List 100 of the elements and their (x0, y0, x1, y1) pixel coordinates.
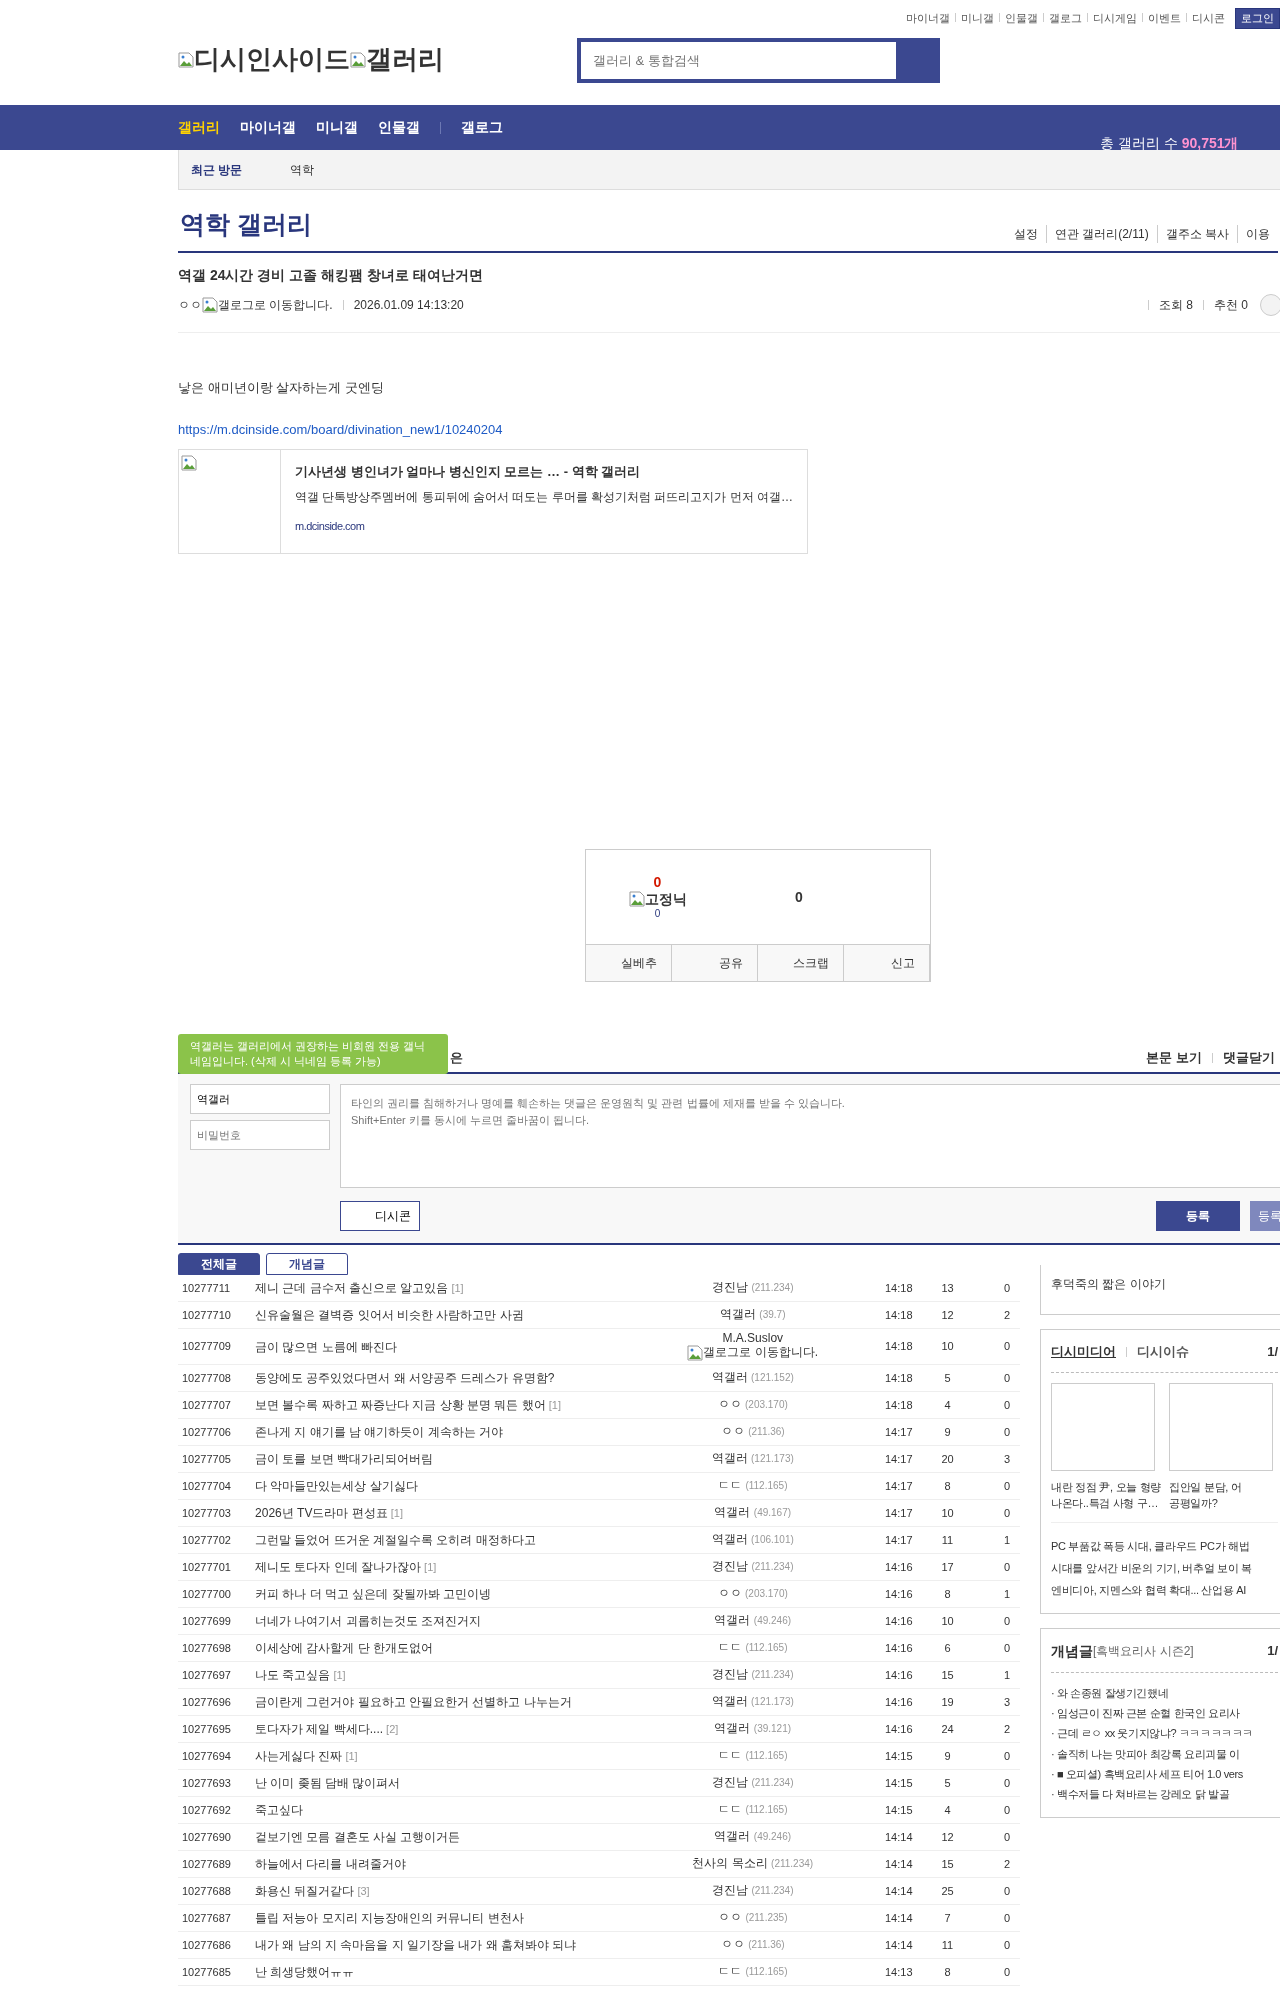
post-list-title[interactable]: 하늘에서 다리를 내려줄거야 (255, 1857, 406, 1871)
media-tab[interactable]: 디시미디어 (1051, 1342, 1116, 1362)
writer-name[interactable]: 역갤러 (714, 1613, 751, 1628)
writer-name[interactable]: 역갤러 (714, 1829, 751, 1844)
post-list-title[interactable]: 금이 토를 보면 빡대가리되어버림 (255, 1452, 434, 1466)
post-list-title[interactable]: 신유술월은 결벽증 잇어서 비슷한 사람하고만 사귐 (255, 1308, 524, 1322)
recent-gallery-link[interactable]: 역학 (290, 160, 315, 179)
writer-icon-alt-text[interactable]: 갤로그로 이동합니다. (703, 1346, 819, 1361)
gallery-menu-link[interactable]: 설정 (1005, 225, 1046, 243)
link-preview-card[interactable]: 기사년생 병인녀가 얼마나 병신인지 모르는 … - 역학 갤러리 역갤 단톡방상주멤버에 통피뒤에 숨어서 떠도는 루머를 확성기처럼 퍼뜨리고지가 먼저 여갤… m.dcinside.com (178, 449, 808, 554)
top-link[interactable]: 갤로그 (1038, 10, 1082, 27)
writer-name[interactable]: ㅇㅇ (720, 1424, 745, 1439)
post-list-title[interactable]: 내가 왜 남의 지 속마음을 지 일기장을 내가 왜 훔쳐봐야 되냐 (255, 1938, 577, 1952)
concept-post-link[interactable]: · 임성근이 진짜 근본 순혈 한국인 요리사 (1051, 1702, 1278, 1724)
concept-post-link[interactable]: · 백수저들 다 쳐바르는 강레오 닭 발골 (1051, 1784, 1278, 1805)
writer-name[interactable]: 역갤러 (711, 1451, 748, 1466)
logo-alt-text[interactable]: 갤러리 (366, 40, 444, 79)
thumbnail-caption[interactable]: 내란 정점 尹, 오늘 형량 (1051, 1478, 1161, 1495)
post-list-title[interactable]: 죽고싶다 (255, 1803, 304, 1817)
writer-name[interactable]: ㄷㄷ (718, 1478, 743, 1493)
post-list-title[interactable]: 커피 하나 더 먹고 싶은데 잦될까봐 고민이넹 (255, 1587, 492, 1601)
top-link[interactable]: 인물갤 (994, 10, 1038, 27)
search-field[interactable]: 갤러리 & 통합검색 (581, 42, 896, 79)
post-list-title[interactable]: 동양에도 공주있었다면서 왜 서양공주 드레스가 유명함? (255, 1371, 555, 1385)
gallery-menu-link[interactable]: 이용 (1237, 225, 1278, 243)
post-list-title[interactable]: 이세상에 감사할게 단 한개도없어 (255, 1641, 434, 1655)
writer-name[interactable]: ㅇㅇ (720, 1937, 745, 1952)
post-list-title[interactable]: 보면 볼수록 짜하고 짜증난다 지금 상황 분명 뭐든 했어 (255, 1398, 546, 1412)
writer-name[interactable]: M.A.Suslov (620, 1331, 885, 1346)
writer-name[interactable]: 역갤러 (711, 1532, 748, 1547)
nav-link[interactable]: 갤러리 (178, 117, 220, 138)
circle-button[interactable] (1260, 293, 1280, 316)
media-tab[interactable]: 디시이슈 (1137, 1342, 1189, 1362)
post-list-title[interactable]: 제니도 토다자 인데 잘나가잖아 (255, 1560, 422, 1574)
gallery-menu-link[interactable]: 갤주소 복사 (1156, 225, 1237, 243)
post-list-title[interactable]: 그런말 들었어 뜨거운 계절일수록 오히려 매정하다고 (255, 1533, 536, 1547)
top-link[interactable]: 마이너갤 (906, 10, 950, 27)
writer-name[interactable]: 역갤러 (711, 1370, 748, 1385)
news-link[interactable]: 엔비디아, 지멘스와 협력 확대... 산업용 AI (1051, 1578, 1278, 1601)
post-list-title[interactable]: 존나게 지 얘기를 남 얘기하듯이 계속하는 거야 (255, 1425, 504, 1439)
writer-name[interactable]: 경진남 (712, 1883, 749, 1898)
top-link[interactable]: 미니갤 (950, 10, 994, 27)
comment-field[interactable]: 타인의 권리를 침해하거나 명예를 훼손하는 댓글은 운영원칙 및 관련 법률에 제재를 받을 수 있습니다. Shift+Enter 키를 동시에 누르면 줄바꿈이 됩니다. (340, 1084, 1280, 1188)
post-list-title[interactable]: 금이 많으면 노름에 빠진다 (255, 1339, 398, 1354)
writer-name[interactable]: 천사의 목소리 (692, 1856, 768, 1871)
post-list-title[interactable]: 화용신 뒤질거같다 (255, 1884, 355, 1898)
post-list-title[interactable]: 틀립 저능아 모지리 지능장애인의 커뮤니티 변천사 (255, 1911, 524, 1925)
writer-icon-alt-text[interactable]: 갤로그로 이동합니다. (218, 295, 333, 314)
list-tab[interactable]: 개념글 (266, 1253, 348, 1275)
nickname-field[interactable]: 역갤러 (190, 1084, 330, 1114)
nav-link[interactable]: 마이너갤 (240, 117, 296, 138)
writer-name[interactable]: ㅇㅇ (717, 1586, 742, 1601)
top-link[interactable]: 이벤트 (1137, 10, 1181, 27)
dccon-button[interactable]: 디시콘 (340, 1201, 420, 1231)
writer-name[interactable]: 역갤러 (711, 1694, 748, 1709)
post-list-title[interactable]: 다 악마들만있는세상 살기싫다 (255, 1479, 418, 1493)
notice-text[interactable]: 후덕죽의 짧은 이야기 (1051, 1277, 1166, 1291)
vote-action-button[interactable]: 스크랩 (758, 945, 844, 981)
password-field[interactable]: 비밀번호 (190, 1120, 330, 1150)
writer-name[interactable]: 경진남 (712, 1559, 749, 1574)
writer-name[interactable]: ㅇㅇ (717, 1397, 742, 1412)
writer-name[interactable]: 역갤러 (714, 1505, 751, 1520)
post-list-title[interactable]: 금이란게 그런거야 필요하고 안필요한거 선별하고 나누는거 (255, 1695, 572, 1709)
logo-alt-text[interactable]: 디시인사이드 (194, 40, 350, 79)
writer-name[interactable]: 역갤러 (714, 1721, 751, 1736)
thumbnail-frame[interactable] (1051, 1382, 1155, 1471)
submit-button[interactable]: 등록 (1156, 1201, 1240, 1231)
concept-post-link[interactable]: · ■ 오피셜) 흑백요리사 세프 티어 1.0 vers (1051, 1763, 1278, 1785)
post-list-title[interactable]: 난 희생당했어ㅠㅠ (255, 1965, 355, 1979)
vote-action-button[interactable]: 실베추 (586, 945, 672, 981)
list-tab[interactable]: 전체글 (178, 1253, 260, 1275)
gallery-menu-link[interactable]: 연관 갤러리(2/11) (1045, 225, 1157, 243)
writer-name[interactable]: ㄷㄷ (718, 1802, 743, 1817)
thumbnail-caption[interactable]: 공평일까? (1169, 1495, 1279, 1512)
login-button[interactable]: 로그인 (1235, 8, 1280, 29)
writer-name[interactable]: ㄷㄷ (718, 1964, 743, 1979)
nav-link[interactable]: 갤로그 (461, 117, 503, 138)
concept-post-link[interactable]: · 솔직히 나는 맛피아 최강록 요리괴물 이 (1051, 1743, 1278, 1764)
post-list-title[interactable]: 토다자가 제일 빡세다.... (255, 1722, 384, 1736)
writer-name[interactable]: 경진남 (712, 1775, 749, 1790)
writer-name[interactable]: 경진남 (712, 1280, 749, 1295)
news-link[interactable]: PC 부품값 폭등 시대, 클라우드 PC가 해법 (1051, 1534, 1278, 1557)
post-list-title[interactable]: 사는게싫다 진짜 (255, 1749, 343, 1763)
vote-action-button[interactable]: 공유 (672, 945, 758, 981)
news-link[interactable]: 시대를 앞서간 비운의 기기, 버추얼 보이 복 (1051, 1556, 1278, 1579)
post-link[interactable]: https://m.dcinside.com/board/divination_new1/10240204 (178, 421, 503, 437)
writer-name[interactable]: 경진남 (712, 1667, 749, 1682)
writer-name[interactable]: ㄷㄷ (718, 1748, 743, 1763)
post-list-title[interactable]: 제니 근데 금수저 출신으로 알고있음 (255, 1281, 449, 1295)
comment-header-link[interactable]: 본문 보기 (1146, 1048, 1202, 1068)
vote-action-button[interactable]: 신고 (844, 945, 930, 981)
top-link[interactable]: 디시콘 (1181, 10, 1225, 27)
thumbnail-caption[interactable]: 집안일 분담, 어 (1169, 1478, 1279, 1495)
top-link[interactable]: 디시게임 (1082, 10, 1137, 27)
writer-name[interactable]: ㅇㅇ (718, 1910, 743, 1925)
post-list-title[interactable]: 2026년 TV드라마 편성표 (255, 1506, 388, 1520)
post-list-title[interactable]: 겉보기엔 모름 결혼도 사실 고행이거든 (255, 1830, 461, 1844)
post-list-title[interactable]: 너네가 나여기서 괴롭히는것도 조져진거지 (255, 1614, 482, 1628)
nav-link[interactable]: 인물갤 (378, 117, 420, 138)
thumbnail-frame[interactable] (1169, 1382, 1273, 1471)
